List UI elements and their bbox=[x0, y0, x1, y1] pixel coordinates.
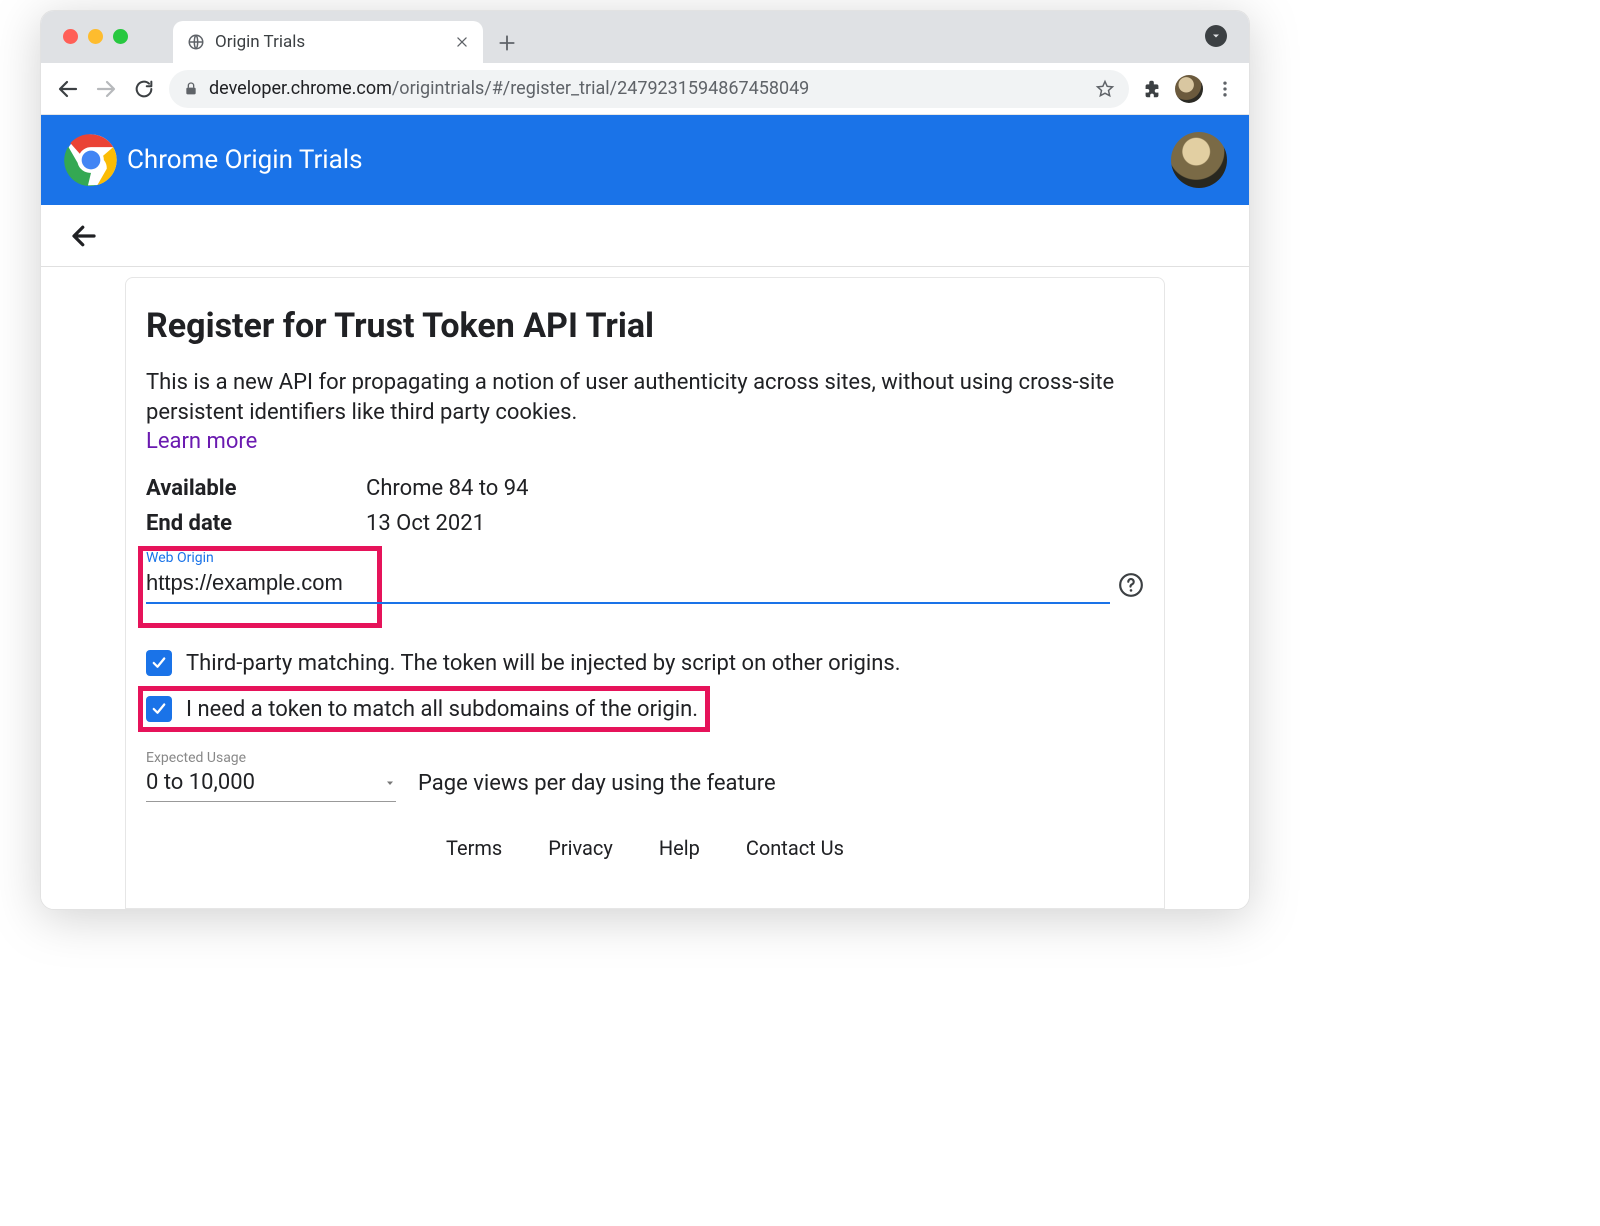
browser-window: Origin Trials developer.chrome.com/origi… bbox=[40, 10, 1250, 910]
privacy-link[interactable]: Privacy bbox=[548, 836, 613, 860]
third-party-checkbox-row[interactable]: Third-party matching. The token will be … bbox=[146, 650, 1144, 676]
web-origin-input[interactable] bbox=[146, 552, 1110, 604]
reload-button[interactable] bbox=[131, 76, 157, 102]
contact-link[interactable]: Contact Us bbox=[746, 836, 844, 860]
arrow-right-icon bbox=[94, 77, 118, 101]
back-button[interactable] bbox=[55, 76, 81, 102]
web-origin-field[interactable]: Web Origin bbox=[146, 552, 1110, 604]
help-icon[interactable] bbox=[1118, 572, 1144, 598]
arrow-left-icon bbox=[56, 77, 80, 101]
third-party-label: Third-party matching. The token will be … bbox=[186, 651, 901, 676]
forward-button bbox=[93, 76, 119, 102]
subdomains-checkbox-wrap: I need a token to match all subdomains o… bbox=[146, 696, 1144, 722]
globe-icon bbox=[187, 33, 205, 51]
sub-toolbar bbox=[41, 205, 1249, 267]
close-window-button[interactable] bbox=[63, 29, 78, 44]
app-header: Chrome Origin Trials bbox=[41, 115, 1249, 205]
tab-menu-button[interactable] bbox=[1205, 25, 1227, 47]
expected-usage-caption: Page views per day using the feature bbox=[418, 771, 776, 802]
minimize-window-button[interactable] bbox=[88, 29, 103, 44]
page-description: This is a new API for propagating a noti… bbox=[146, 368, 1144, 427]
new-tab-button[interactable] bbox=[497, 33, 517, 53]
web-origin-label: Web Origin bbox=[146, 550, 214, 566]
page-title: Register for Trust Token API Trial bbox=[146, 306, 1144, 346]
address-bar[interactable]: developer.chrome.com/origintrials/#/regi… bbox=[169, 70, 1129, 108]
window-controls bbox=[63, 29, 128, 44]
lock-icon bbox=[183, 81, 199, 97]
end-date-value: 13 Oct 2021 bbox=[366, 511, 485, 536]
registration-card: Register for Trust Token API Trial This … bbox=[125, 277, 1165, 909]
expected-usage-label: Expected Usage bbox=[146, 750, 396, 766]
app-title: Chrome Origin Trials bbox=[127, 145, 363, 175]
terms-link[interactable]: Terms bbox=[446, 836, 502, 860]
check-icon bbox=[150, 700, 168, 718]
help-link[interactable]: Help bbox=[659, 836, 700, 860]
chrome-logo-icon bbox=[63, 132, 119, 188]
page-back-button[interactable] bbox=[69, 221, 99, 251]
extensions-icon[interactable] bbox=[1141, 78, 1163, 100]
subdomains-checkbox-row[interactable]: I need a token to match all subdomains o… bbox=[146, 696, 1144, 722]
dropdown-triangle-icon bbox=[384, 777, 396, 789]
close-tab-icon[interactable] bbox=[455, 35, 469, 49]
expected-usage-select[interactable]: Expected Usage 0 to 10,000 bbox=[146, 750, 396, 802]
browser-toolbar: developer.chrome.com/origintrials/#/regi… bbox=[41, 63, 1249, 115]
browser-menu-button[interactable] bbox=[1215, 79, 1235, 99]
learn-more-link[interactable]: Learn more bbox=[146, 429, 257, 454]
subdomains-label: I need a token to match all subdomains o… bbox=[186, 697, 698, 722]
bookmark-star-icon[interactable] bbox=[1095, 79, 1115, 99]
user-avatar[interactable] bbox=[1171, 132, 1227, 188]
available-value: Chrome 84 to 94 bbox=[366, 476, 529, 501]
tab-title: Origin Trials bbox=[215, 32, 445, 52]
chevron-down-icon bbox=[1210, 30, 1222, 42]
end-date-label: End date bbox=[146, 511, 366, 536]
web-origin-field-wrap: Web Origin bbox=[146, 552, 1144, 604]
maximize-window-button[interactable] bbox=[113, 29, 128, 44]
profile-avatar[interactable] bbox=[1175, 75, 1203, 103]
check-icon bbox=[150, 654, 168, 672]
footer-links: Terms Privacy Help Contact Us bbox=[146, 836, 1144, 860]
available-label: Available bbox=[146, 476, 366, 501]
checkbox-checked-icon[interactable] bbox=[146, 650, 172, 676]
browser-tab[interactable]: Origin Trials bbox=[173, 21, 483, 63]
expected-usage-value: 0 to 10,000 bbox=[146, 770, 255, 795]
expected-usage-row: Expected Usage 0 to 10,000 Page views pe… bbox=[146, 750, 1144, 802]
reload-icon bbox=[133, 78, 155, 100]
meta-section: Available Chrome 84 to 94 End date 13 Oc… bbox=[146, 476, 1144, 536]
content-area: Register for Trust Token API Trial This … bbox=[41, 267, 1249, 909]
url-text: developer.chrome.com/origintrials/#/regi… bbox=[209, 78, 1085, 99]
tab-strip: Origin Trials bbox=[41, 11, 1249, 63]
checkbox-checked-icon[interactable] bbox=[146, 696, 172, 722]
